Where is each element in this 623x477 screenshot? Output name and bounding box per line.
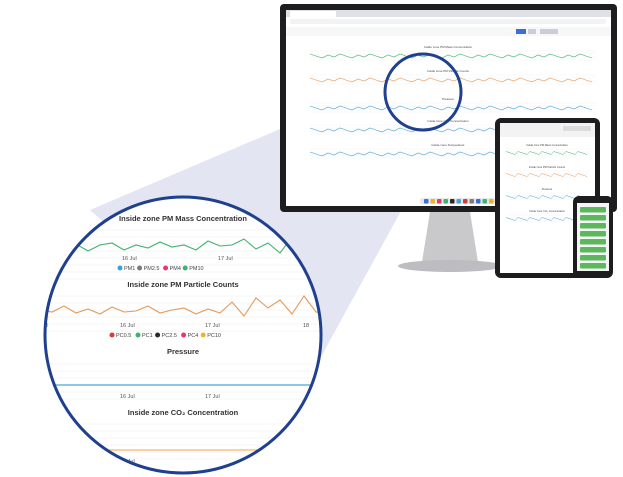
legend-swatch-icon [117, 265, 123, 271]
legend-swatch-icon [137, 265, 143, 271]
tablet-chart-title: Inside zone PM Mass Concentration [526, 143, 568, 147]
phone-list-item[interactable] [580, 231, 606, 237]
legend-label: PM2.5 [144, 266, 160, 272]
legend-label: PM10 [189, 266, 203, 272]
phone-list-item[interactable] [580, 207, 606, 213]
phone-list-item[interactable] [580, 263, 606, 269]
x-tick-label: 17 Jul [205, 394, 220, 400]
x-tick-label: 15 Jul [33, 394, 48, 400]
app-icon[interactable] [489, 199, 494, 204]
legend-swatch-icon [200, 332, 206, 338]
product-mockup: Inside zone PM Mass Concentration Inside … [33, 4, 617, 475]
phone-list-item[interactable] [580, 247, 606, 253]
legend-label: PC4 [188, 333, 199, 339]
legend-label: PM4 [170, 266, 181, 272]
dock-icons [424, 199, 494, 204]
app-icon[interactable] [469, 199, 475, 204]
chart-title: Pressure [167, 347, 199, 356]
app-icon[interactable] [456, 199, 462, 204]
tablet-chart-title: Inside zone PM Particle Counts [529, 165, 566, 169]
tablet-chart-title: Pressure [542, 187, 553, 191]
app-icon[interactable] [424, 199, 429, 204]
toolbar-button[interactable] [516, 29, 526, 34]
phone-list-item[interactable] [580, 215, 606, 221]
monitor-stand [422, 212, 478, 262]
legend-swatch-icon [109, 332, 115, 338]
app-icon[interactable] [443, 199, 449, 204]
phone-list-item[interactable] [580, 239, 606, 245]
app-icon[interactable] [430, 199, 436, 204]
app-toolbar [286, 27, 611, 36]
app-icon[interactable] [437, 199, 442, 204]
browser-tab[interactable] [290, 11, 336, 17]
monitor-chart-title: Inside zone PM Mass Concentration [424, 45, 473, 49]
monitor-chart-title: Inside zone Temperature [432, 143, 465, 147]
legend-label: PC2.5 [162, 333, 177, 339]
x-tick-label: 18 [303, 323, 309, 329]
monitor-base [398, 260, 502, 272]
phone-screen [577, 203, 609, 271]
phone-device [573, 196, 613, 278]
toolbar-button[interactable] [528, 29, 536, 34]
x-tick-label: 16 Jul [120, 394, 135, 400]
toolbar-button[interactable] [540, 29, 558, 34]
app-icon[interactable] [476, 199, 481, 204]
legend-swatch-icon [155, 332, 161, 338]
legend-swatch-icon [181, 332, 187, 338]
tablet-button[interactable] [563, 126, 591, 131]
legend-label: PC10 [207, 333, 221, 339]
app-icon[interactable] [463, 199, 468, 204]
browser-address-bar[interactable] [290, 19, 606, 24]
legend-swatch-icon [163, 265, 169, 271]
monitor-chart-title: Pressure [442, 97, 454, 101]
x-tick-label: 17 Jul [205, 323, 220, 329]
x-tick-label: 16 Jul [122, 256, 137, 262]
app-icon[interactable] [450, 199, 455, 204]
x-tick-label: 16 Jul [120, 323, 135, 329]
legend-label: PC0.5 [116, 333, 131, 339]
phone-list-item[interactable] [580, 255, 606, 261]
phone-list-item[interactable] [580, 223, 606, 229]
x-tick-label: 17 Jul [218, 256, 233, 262]
chart-title: Inside zone PM Mass Concentration [119, 214, 247, 223]
legend-swatch-icon [182, 265, 188, 271]
monitor-chart-title: Inside zone PM Particle Counts [427, 69, 469, 73]
legend-label: PC1 [142, 333, 153, 339]
legend-label: PM1 [124, 266, 135, 272]
tablet-chart-title: Inside zone CO₂ Concentration [529, 209, 565, 213]
chart-title: Inside zone PM Particle Counts [127, 280, 238, 289]
legend-swatch-icon [135, 332, 141, 338]
app-icon[interactable] [482, 199, 488, 204]
chart-title: Inside zone CO₂ Concentration [128, 408, 239, 417]
